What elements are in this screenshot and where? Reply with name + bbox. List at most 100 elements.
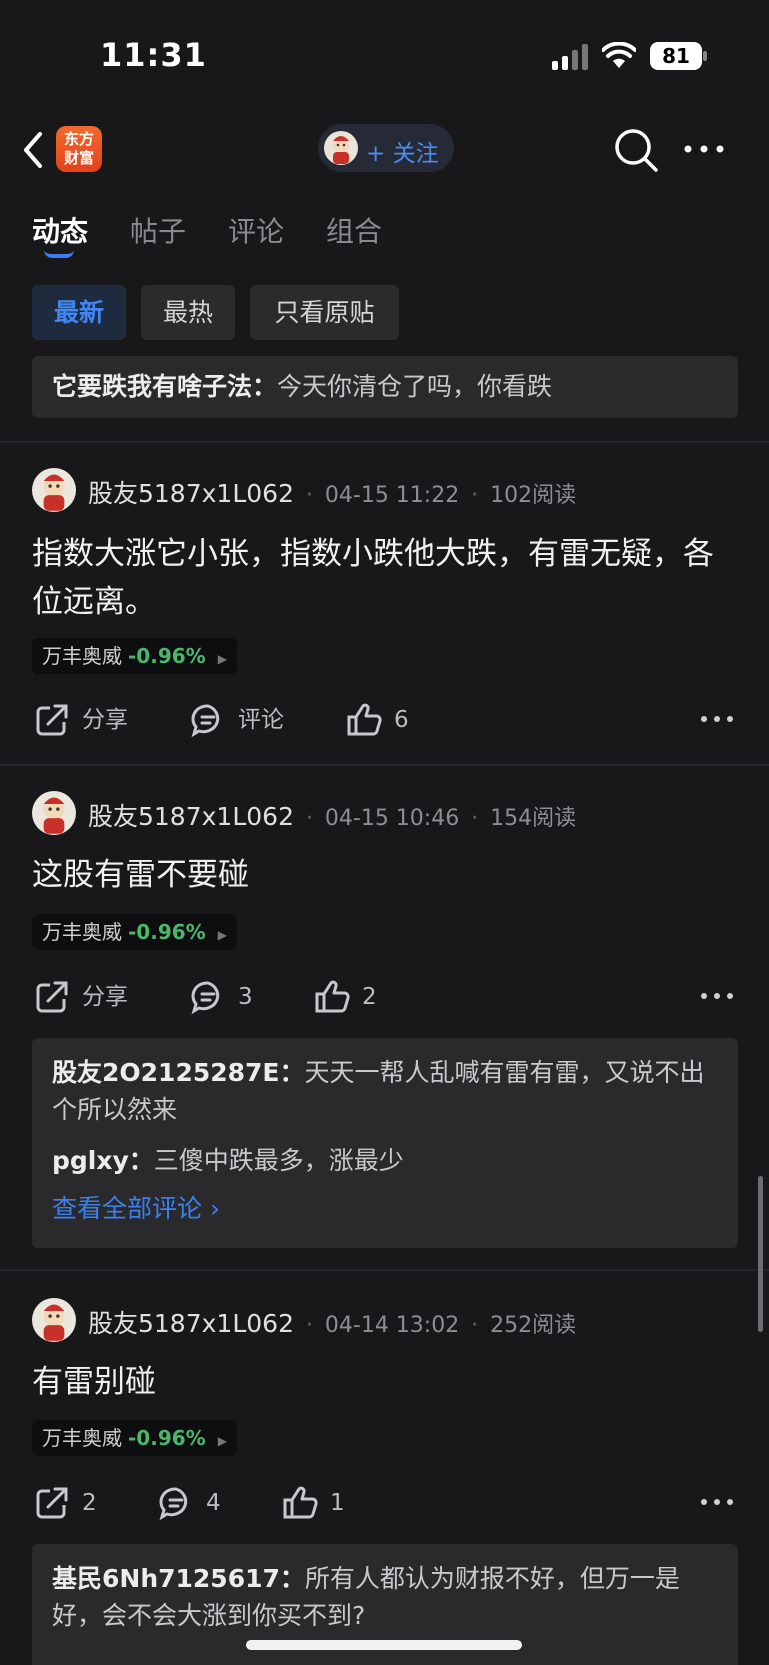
post-item[interactable]: 股友5187x1L062 · 04-15 11:22 · 102阅读 指数大涨它… bbox=[0, 468, 769, 764]
logo-line-1: 东方 bbox=[63, 130, 94, 148]
play-triangle-icon: ▶ bbox=[217, 928, 227, 942]
active-tab-indicator bbox=[44, 250, 74, 258]
filter-latest[interactable]: 最新 bbox=[32, 285, 126, 340]
stock-tag[interactable]: 万丰奥威 -0.96% ▶ bbox=[32, 1420, 237, 1456]
author-name[interactable]: 股友5187x1L062 bbox=[88, 479, 294, 508]
like-count: 6 bbox=[394, 707, 409, 733]
view-all-comments-link[interactable]: 查看全部评论 › bbox=[32, 1189, 738, 1225]
stock-tag[interactable]: 万丰奥威 -0.96% ▶ bbox=[32, 638, 237, 674]
stock-change: -0.96% bbox=[128, 1426, 206, 1450]
separator: · bbox=[305, 1313, 313, 1338]
tab-comments[interactable]: 评论 bbox=[228, 210, 284, 250]
more-options-icon[interactable] bbox=[700, 1497, 734, 1507]
post-item[interactable]: 股友5187x1L062 · 04-15 10:46 · 154阅读 这股有雷不… bbox=[0, 791, 769, 1269]
reply-user[interactable]: 它要跌我有啥子法： bbox=[52, 372, 277, 401]
share-button[interactable]: 分享 bbox=[34, 698, 134, 742]
comment-count: 4 bbox=[206, 1490, 221, 1516]
comment-button[interactable]: 3 bbox=[190, 975, 270, 1019]
comment-icon bbox=[159, 1487, 188, 1521]
follow-button[interactable]: + 关注 bbox=[318, 124, 454, 172]
post-text[interactable]: 有雷别碰 bbox=[32, 1358, 738, 1406]
stock-name: 万丰奥威 bbox=[42, 1426, 122, 1450]
reply-box: 股友2O2125287E：天天一帮人乱喊有雷有雷，又说不出个所以然来 pglxy… bbox=[32, 1038, 738, 1248]
stock-name: 万丰奥威 bbox=[42, 644, 122, 668]
post-meta: 股友5187x1L062 · 04-15 10:46 · 154阅读 bbox=[88, 797, 576, 833]
reply-line[interactable]: 它要跌我有啥子法：今天你清仓了吗，你看跌 bbox=[32, 368, 738, 405]
post-actions: 分享 3 2 bbox=[0, 975, 769, 1019]
stock-change: -0.96% bbox=[128, 920, 206, 944]
tab-posts[interactable]: 帖子 bbox=[130, 210, 186, 250]
like-button[interactable]: 2 bbox=[314, 975, 394, 1019]
filter-original-only[interactable]: 只看原贴 bbox=[250, 285, 399, 340]
thumbs-up-icon bbox=[283, 1486, 318, 1519]
like-button[interactable]: 1 bbox=[282, 1481, 352, 1525]
separator: · bbox=[471, 806, 479, 831]
more-options-icon[interactable] bbox=[682, 136, 726, 162]
follow-label: + 关注 bbox=[366, 141, 439, 167]
reply-line[interactable]: 股友2O2125287E：天天一帮人乱喊有雷有雷，又说不出个所以然来 bbox=[32, 1054, 738, 1128]
share-label: 分享 bbox=[82, 707, 128, 733]
share-icon bbox=[36, 981, 68, 1013]
home-indicator[interactable] bbox=[246, 1640, 522, 1650]
mascot-avatar-icon bbox=[333, 136, 349, 164]
reply-user[interactable]: 基民6Nh7125617： bbox=[52, 1564, 305, 1593]
like-count: 1 bbox=[330, 1490, 345, 1516]
cellular-signal-icon bbox=[552, 44, 588, 70]
tab-dynamics[interactable]: 动态 bbox=[32, 210, 88, 250]
like-button[interactable]: 6 bbox=[346, 698, 426, 742]
tab-portfolio[interactable]: 组合 bbox=[326, 210, 382, 250]
stock-name: 万丰奥威 bbox=[42, 920, 122, 944]
back-arrow-icon[interactable] bbox=[18, 128, 48, 172]
read-count: 102阅读 bbox=[490, 483, 577, 508]
reply-line[interactable]: 基民6Nh7125617：所有人都认为财报不好，但万一是好，会不会大涨到你买不到… bbox=[32, 1560, 738, 1634]
post-actions: 2 4 1 bbox=[0, 1481, 769, 1525]
post-date: 04-14 13:02 bbox=[324, 1313, 460, 1338]
share-button[interactable]: 分享 bbox=[34, 975, 134, 1019]
reply-line[interactable]: pglxy：三傻中跌最多，涨最少 bbox=[32, 1142, 738, 1179]
divider bbox=[0, 1269, 769, 1271]
mascot-avatar-icon bbox=[43, 474, 65, 511]
post-meta: 股友5187x1L062 · 04-15 11:22 · 102阅读 bbox=[88, 474, 576, 510]
avatar[interactable] bbox=[32, 1298, 76, 1342]
stock-change: -0.96% bbox=[128, 644, 206, 668]
filter-hottest[interactable]: 最热 bbox=[141, 285, 235, 340]
reply-box: 它要跌我有啥子法：今天你清仓了吗，你看跌 bbox=[32, 356, 738, 418]
comment-button[interactable]: 4 bbox=[158, 1481, 228, 1525]
share-icon bbox=[36, 1487, 68, 1519]
reply-user[interactable]: 股友2O2125287E： bbox=[52, 1058, 305, 1087]
reply-user[interactable]: pglxy： bbox=[52, 1146, 154, 1175]
avatar[interactable] bbox=[32, 791, 76, 835]
mascot-avatar-icon bbox=[43, 1304, 65, 1341]
filter-chips: 最新 最热 只看原贴 bbox=[0, 285, 769, 341]
status-time: 11:31 bbox=[100, 36, 207, 74]
comment-button[interactable]: 评论 bbox=[190, 698, 290, 742]
play-triangle-icon: ▶ bbox=[217, 652, 227, 666]
share-button[interactable]: 2 bbox=[34, 1481, 104, 1525]
separator: · bbox=[471, 483, 479, 508]
author-name[interactable]: 股友5187x1L062 bbox=[88, 1309, 294, 1338]
post-text[interactable]: 这股有雷不要碰 bbox=[32, 851, 738, 899]
avatar[interactable] bbox=[32, 468, 76, 512]
battery-cap bbox=[703, 51, 707, 61]
thumbs-up-icon bbox=[315, 980, 350, 1013]
post-date: 04-15 11:22 bbox=[324, 483, 460, 508]
author-name[interactable]: 股友5187x1L062 bbox=[88, 802, 294, 831]
separator: · bbox=[471, 1313, 479, 1338]
more-options-icon[interactable] bbox=[700, 991, 734, 1001]
comment-label: 评论 bbox=[238, 707, 284, 733]
divider bbox=[0, 441, 769, 443]
post-actions: 分享 评论 6 bbox=[0, 698, 769, 742]
avatar bbox=[324, 131, 358, 165]
play-triangle-icon: ▶ bbox=[217, 1434, 227, 1448]
comment-icon bbox=[191, 704, 220, 738]
post-item[interactable]: 股友5187x1L062 · 04-14 13:02 · 252阅读 有雷别碰 … bbox=[0, 1298, 769, 1665]
stock-tag[interactable]: 万丰奥威 -0.96% ▶ bbox=[32, 914, 237, 950]
scrollbar[interactable] bbox=[758, 1176, 763, 1332]
more-options-icon[interactable] bbox=[700, 714, 734, 724]
thumbs-up-icon bbox=[347, 703, 382, 736]
share-count: 2 bbox=[82, 1490, 97, 1516]
post-text[interactable]: 指数大涨它小张，指数小跌他大跌，有雷无疑，各位远离。 bbox=[32, 530, 738, 626]
share-icon bbox=[36, 704, 68, 736]
search-icon[interactable] bbox=[612, 126, 660, 174]
content-tabs: 动态 帖子 评论 组合 bbox=[0, 200, 769, 270]
